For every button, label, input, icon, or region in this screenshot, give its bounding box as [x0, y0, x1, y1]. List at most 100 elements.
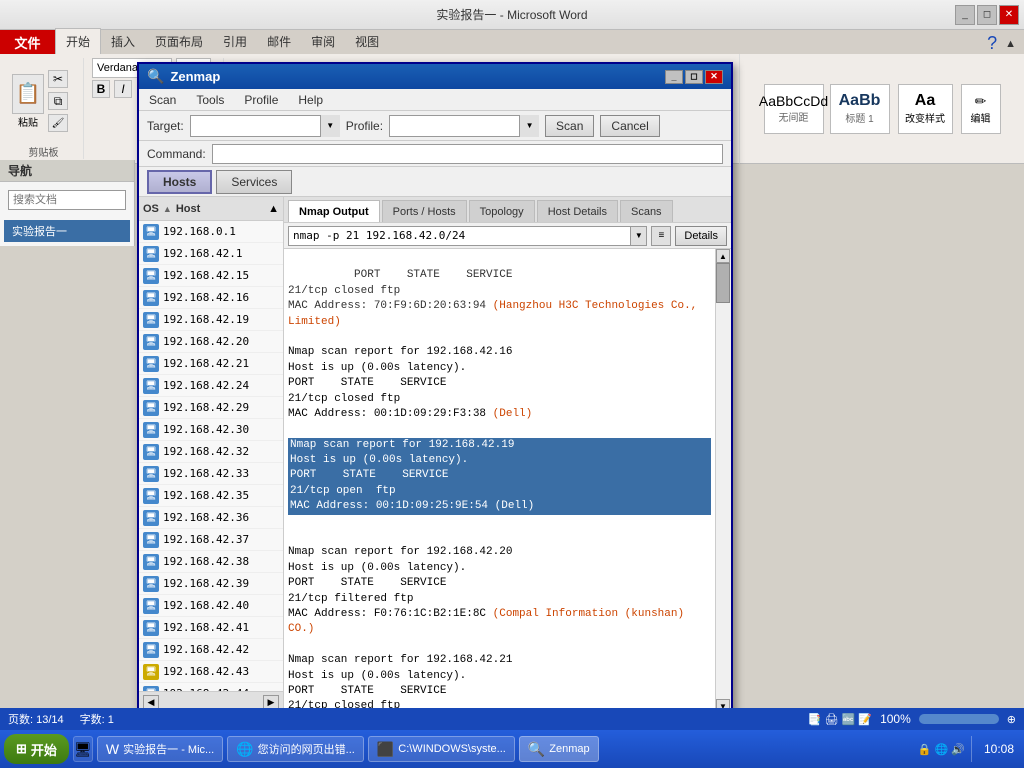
paste-btn[interactable]: 📋 粘贴 — [12, 74, 44, 129]
command-input[interactable]: nmap -p 21 192.168.42.0/24 — [212, 144, 723, 164]
host-ip-label: 192.168.42.43 — [163, 665, 249, 678]
list-item[interactable]: 🖥 192.168.42.19 — [139, 309, 283, 331]
profile-dropdown-arrow[interactable]: ▼ — [519, 115, 539, 137]
nav-search-input[interactable] — [8, 190, 126, 210]
cancel-button[interactable]: Cancel — [600, 115, 659, 137]
systray-icons: 🔒 🌐 🔊 — [918, 743, 965, 756]
target-input[interactable]: 192.168.42.0/24 — [190, 115, 340, 137]
tab-host-details[interactable]: Host Details — [537, 200, 618, 222]
style-heading1[interactable]: AaBb 标题 1 — [830, 84, 890, 134]
tab-scans[interactable]: Scans — [620, 200, 673, 222]
menu-profile[interactable]: Profile — [238, 91, 284, 109]
list-item[interactable]: 🖥 192.168.42.37 — [139, 529, 283, 551]
list-item[interactable]: 🖥 192.168.42.38 — [139, 551, 283, 573]
output-menu-icon[interactable]: ≡ — [651, 226, 671, 246]
tab-nmap-output[interactable]: Nmap Output — [288, 200, 380, 222]
host-list-scroll-up[interactable]: ▲ — [268, 203, 279, 215]
word-file-tab[interactable]: 文件 — [0, 30, 55, 54]
taskbar-zenmap-btn[interactable]: 🔍 Zenmap — [519, 736, 599, 762]
list-item[interactable]: 🖥 192.168.42.1 — [139, 243, 283, 265]
output-command-display[interactable]: nmap -p 21 192.168.42.0/24 — [288, 226, 631, 246]
host-os-icon: 🖥 — [143, 356, 159, 372]
zenmap-minimize-btn[interactable]: _ — [665, 70, 683, 84]
output-panel: Nmap Output Ports / Hosts Topology Host … — [284, 197, 731, 713]
bold-btn[interactable]: B — [92, 80, 110, 98]
target-dropdown-arrow[interactable]: ▼ — [320, 115, 340, 137]
list-item[interactable]: 🖥 192.168.42.33 — [139, 463, 283, 485]
zenmap-close-btn[interactable]: ✕ — [705, 70, 723, 84]
zoom-in-icon[interactable]: ⊕ — [1007, 713, 1016, 726]
taskbar-word-btn[interactable]: W 实验报告一 - Mic... — [97, 736, 223, 762]
services-button[interactable]: Services — [216, 170, 292, 194]
tab-topology[interactable]: Topology — [469, 200, 535, 222]
menu-scan[interactable]: Scan — [143, 91, 182, 109]
nav-panel-title: 导航 — [0, 160, 135, 182]
list-item[interactable]: 🖥 192.168.42.39 — [139, 573, 283, 595]
list-item[interactable]: 🖥 192.168.42.41 — [139, 617, 283, 639]
list-item[interactable]: 🖥 192.168.42.44 — [139, 683, 283, 691]
zoom-slider[interactable] — [919, 714, 999, 724]
nav-tree-item-report[interactable]: 实验报告一 — [4, 220, 130, 242]
scrollbar-thumb[interactable] — [716, 263, 730, 303]
word-tab-view[interactable]: 视图 — [345, 29, 389, 54]
start-button[interactable]: ⊞ 开始 — [4, 734, 69, 764]
taskbar-show-desktop[interactable]: 🖥 — [73, 736, 93, 762]
style-normal[interactable]: AaBbCcDd 无间距 — [764, 84, 824, 134]
scrollbar-up-btn[interactable]: ▲ — [716, 249, 730, 263]
change-style-btn[interactable]: Aa 改变样式 — [898, 84, 953, 134]
word-status-bar: 页数: 13/14 字数: 1 📑 🖨 🔤 📝 100% ⊕ — [0, 708, 1024, 730]
profile-input[interactable] — [389, 115, 539, 137]
zenmap-app-icon: 🔍 — [147, 68, 164, 85]
details-button[interactable]: Details — [675, 226, 727, 246]
word-tab-start[interactable]: 开始 — [55, 28, 101, 54]
list-item[interactable]: 🖥 192.168.42.21 — [139, 353, 283, 375]
output-scrollbar[interactable]: ▲ ▼ — [715, 249, 731, 713]
word-ribbon-toggle[interactable]: ▲ — [1005, 38, 1016, 50]
taskbar-word-label: 实验报告一 - Mic... — [123, 741, 214, 757]
cut-btn[interactable]: ✂ — [48, 70, 68, 88]
word-tab-refs[interactable]: 引用 — [213, 29, 257, 54]
menu-tools[interactable]: Tools — [190, 91, 230, 109]
taskbar-cmd-btn[interactable]: ⬛ C:\WINDOWS\syste... — [368, 736, 515, 762]
word-tab-review[interactable]: 审阅 — [301, 29, 345, 54]
word-restore-btn[interactable]: ◻ — [977, 5, 997, 25]
word-title: 实验报告一 - Microsoft Word — [436, 6, 587, 23]
word-tab-mail[interactable]: 邮件 — [257, 29, 301, 54]
hosts-button[interactable]: Hosts — [147, 170, 212, 194]
host-ip-label: 192.168.42.29 — [163, 401, 249, 414]
list-item[interactable]: 🖥 192.168.42.24 — [139, 375, 283, 397]
list-item[interactable]: 🖥 192.168.42.15 — [139, 265, 283, 287]
list-item[interactable]: 🖥 192.168.42.32 — [139, 441, 283, 463]
list-item[interactable]: 🖥 192.168.42.29 — [139, 397, 283, 419]
copy-btn[interactable]: ⧉ — [48, 92, 68, 110]
list-item[interactable]: 🖥 192.168.42.35 — [139, 485, 283, 507]
list-item[interactable]: 🖥 192.168.42.36 — [139, 507, 283, 529]
word-tab-insert[interactable]: 插入 — [101, 29, 145, 54]
edit-area: ✏ 编辑 — [961, 84, 1001, 134]
nmap-output-text[interactable]: PORT STATE SERVICE 21/tcp closed ftp MAC… — [284, 249, 715, 713]
list-item[interactable]: 🖥 192.168.42.42 — [139, 639, 283, 661]
taskbar: ⊞ 开始 🖥 W 实验报告一 - Mic... 🌐 您访问的网页出错... ⬛ … — [0, 730, 1024, 768]
output-command-dropdown[interactable]: ▼ — [631, 226, 647, 246]
list-item[interactable]: 🖥 192.168.42.30 — [139, 419, 283, 441]
tab-ports-hosts[interactable]: Ports / Hosts — [382, 200, 467, 222]
list-item[interactable]: 🖥 192.168.42.40 — [139, 595, 283, 617]
format-painter-btn[interactable]: 🖌 — [48, 114, 68, 132]
list-item[interactable]: 🖥 192.168.42.43 — [139, 661, 283, 683]
list-item[interactable]: 🖥 192.168.42.20 — [139, 331, 283, 353]
word-tab-layout[interactable]: 页面布局 — [145, 29, 213, 54]
word-close-btn[interactable]: ✕ — [999, 5, 1019, 25]
zenmap-maximize-btn[interactable]: ◻ — [685, 70, 703, 84]
word-help-icon[interactable]: ? — [987, 33, 997, 54]
start-icon: ⊞ — [16, 741, 27, 757]
italic-btn[interactable]: I — [114, 80, 132, 98]
word-minimize-btn[interactable]: _ — [955, 5, 975, 25]
taskbar-ie-btn[interactable]: 🌐 您访问的网页出错... — [227, 736, 364, 762]
list-item[interactable]: 🖥 192.168.42.16 — [139, 287, 283, 309]
list-item[interactable]: 🖥 192.168.0.1 — [139, 221, 283, 243]
scan-button[interactable]: Scan — [545, 115, 594, 137]
menu-help[interactable]: Help — [292, 91, 329, 109]
edit-btn[interactable]: ✏ 编辑 — [961, 84, 1001, 134]
host-ip-label: 192.168.42.30 — [163, 423, 249, 436]
output-line: PORT STATE SERVICE 21/tcp closed ftp MAC… — [288, 269, 512, 312]
